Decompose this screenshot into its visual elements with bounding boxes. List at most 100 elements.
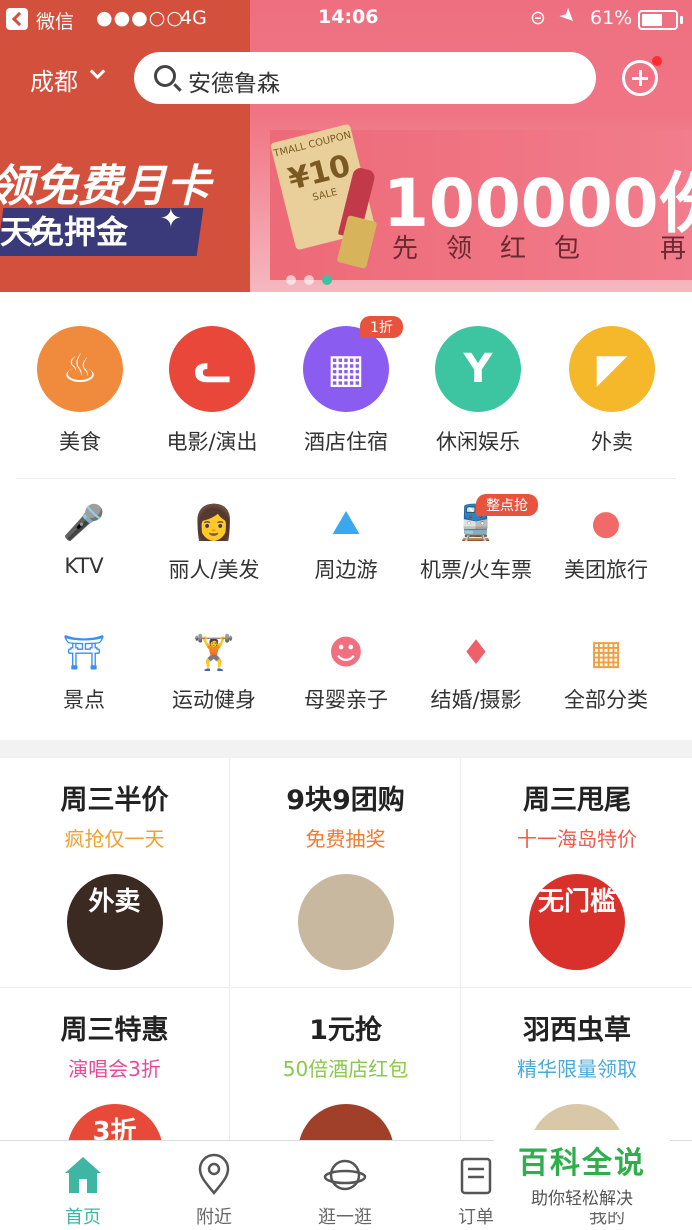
category-grid: ♨ 美食 ᓚ 电影/演出 ▦ 1折 酒店住宿 Y 休闲娱乐 ◤ 外卖 🎤 KTV 👩 丽人/美发 ⛰ 周边游 🚆… xyxy=(0,292,692,740)
category-label: 休闲娱乐 xyxy=(436,430,520,454)
watermark-logo: 百科全说 助你轻松解决 xyxy=(494,1130,670,1212)
promo-title: 周三特惠 xyxy=(60,1015,169,1046)
battery-fill xyxy=(642,14,662,26)
category-label: 景点 xyxy=(63,688,105,712)
carrier-label: 微信 xyxy=(36,11,75,33)
promo-grid: 周三半价 疯抢仅一天 外卖 9块9团购 免费抽奖 周三甩尾 十一海岛特价 无门槛 周三特惠 演唱会… xyxy=(0,758,692,1218)
category-cat[interactable]: ᓚ 电影/演出 xyxy=(146,326,278,456)
kangaroo-icon: ◤ xyxy=(569,326,655,412)
category-label: 母婴亲子 xyxy=(304,688,388,712)
network-type: 4G xyxy=(180,7,207,29)
building-icon: ▦ xyxy=(303,326,389,412)
diamond-icon: ♦ xyxy=(460,633,492,673)
header-banner: 领免费月卡 天免押金 ✦ ✦ TMALL COUPON ¥10 SALE 100… xyxy=(0,0,692,292)
search-bar[interactable]: 安德鲁森 xyxy=(134,52,596,104)
category-label: 运动健身 xyxy=(172,688,256,712)
cocktail-icon: Y xyxy=(435,326,521,412)
watermark-title: 百科全说 xyxy=(518,1146,646,1181)
category-label: 结婚/摄影 xyxy=(430,688,522,712)
promo-image xyxy=(297,874,394,970)
category-label: 周边游 xyxy=(314,558,378,582)
city-selector[interactable]: 成都 xyxy=(30,62,78,97)
cat-icon: ᓚ xyxy=(169,326,255,412)
category-temple[interactable]: ⛩ 景点 xyxy=(18,632,150,714)
category-plane-train[interactable]: 🚆 整点抢 机票/火车票 xyxy=(410,494,542,584)
promo-title: 周三甩尾 xyxy=(523,785,631,816)
category-dumbbell[interactable]: 🏋 运动健身 xyxy=(148,632,280,714)
banner-right-subline-cont: 再 xyxy=(660,234,687,264)
category-cocktail[interactable]: Y 休闲娱乐 xyxy=(412,326,544,456)
sparkle-icon: ✦ xyxy=(22,220,44,250)
tab-planet[interactable]: 逛一逛 xyxy=(276,1153,414,1229)
travel-icon: ● xyxy=(591,503,621,543)
tab-label: 逛一逛 xyxy=(318,1207,372,1228)
banner-right-subline: 先领红包 xyxy=(392,234,609,264)
tab-home[interactable]: 首页 xyxy=(14,1153,152,1229)
signal-icon: ●●●○○ xyxy=(96,7,184,29)
section-gap xyxy=(0,740,692,758)
rotation-lock-icon: ⊝ xyxy=(530,7,546,29)
carousel-dots[interactable] xyxy=(286,270,340,289)
category-woman[interactable]: 👩 丽人/美发 xyxy=(148,502,280,584)
promo-card[interactable]: 9块9团购 免费抽奖 xyxy=(231,758,461,988)
promo-image: 外卖 xyxy=(66,874,163,970)
category-label: 丽人/美发 xyxy=(168,558,260,582)
order-list-icon xyxy=(454,1153,498,1197)
promo-subtitle: 疯抢仅一天 xyxy=(64,827,165,851)
search-input[interactable]: 安德鲁森 xyxy=(188,64,280,98)
notification-dot xyxy=(652,56,662,66)
sparkle-icon: ✦ xyxy=(160,204,182,234)
promo-image-text: 无门槛 xyxy=(537,887,616,917)
promo-image: 无门槛 xyxy=(529,874,625,970)
category-fork-knife[interactable]: ♨ 美食 xyxy=(14,326,146,456)
planet-icon xyxy=(323,1153,367,1197)
location-arrow-icon: ➤ xyxy=(554,2,582,30)
promo-card[interactable]: 周三半价疯抢仅一天外卖 xyxy=(0,758,230,988)
home-icon xyxy=(61,1153,105,1197)
watermark-subtitle: 助你轻松解决 xyxy=(531,1189,633,1209)
add-button[interactable] xyxy=(622,60,658,96)
battery-percent: 61% xyxy=(590,7,633,29)
clock: 14:06 xyxy=(318,6,379,28)
promo-subtitle: 精华限量领取 xyxy=(517,1057,637,1081)
search-icon xyxy=(154,65,176,87)
back-icon[interactable] xyxy=(6,8,28,30)
promo-card[interactable]: 周三甩尾十一海岛特价无门槛 xyxy=(462,758,692,988)
category-microphone[interactable]: 🎤 KTV xyxy=(18,502,150,578)
category-building[interactable]: ▦ 1折酒店住宿 xyxy=(280,316,412,456)
category-travel[interactable]: ● 美团旅行 xyxy=(540,502,672,584)
grid-icon: ▦ xyxy=(589,633,623,673)
category-label: KTV xyxy=(64,554,104,578)
baby-icon: ☻ xyxy=(328,633,364,673)
category-diamond[interactable]: ♦ 结婚/摄影 xyxy=(410,632,542,714)
temple-icon: ⛩ xyxy=(62,633,106,673)
promo-title: 羽西虫草 xyxy=(523,1015,631,1046)
category-grid[interactable]: ▦ 全部分类 xyxy=(540,632,672,714)
category-label: 酒店住宿 xyxy=(304,430,388,454)
promo-title: 1元抢 xyxy=(309,1015,382,1046)
category-baby[interactable]: ☻ 母婴亲子 xyxy=(280,632,412,714)
carousel-dot[interactable] xyxy=(304,275,314,285)
promo-subtitle: 50倍酒店红包 xyxy=(282,1057,409,1081)
promo-badge: 整点抢 xyxy=(476,494,538,516)
promo-title: 周三半价 xyxy=(60,785,169,816)
tab-label: 附近 xyxy=(196,1207,232,1228)
battery-icon xyxy=(638,10,678,30)
promo-subtitle: 十一海岛特价 xyxy=(517,827,637,851)
dumbbell-icon: 🏋 xyxy=(192,633,236,673)
promo-image-text: 外卖 xyxy=(88,887,141,917)
tab-location-pin[interactable]: 附近 xyxy=(145,1153,283,1229)
category-kangaroo[interactable]: ◤ 外卖 xyxy=(546,326,678,456)
discount-badge: 1折 xyxy=(360,316,403,338)
carousel-dot[interactable] xyxy=(286,275,296,285)
category-label: 电影/演出 xyxy=(166,430,258,454)
divider xyxy=(16,478,676,479)
category-mountain[interactable]: ⛰ 周边游 xyxy=(280,502,412,584)
category-label: 机票/火车票 xyxy=(419,558,533,582)
carousel-dot-active[interactable] xyxy=(322,275,332,285)
fork-knife-icon: ♨ xyxy=(37,326,123,412)
status-bar: 微信 ●●●○○ 4G 14:06 ⊝ ➤ 61% xyxy=(0,0,692,40)
category-label: 全部分类 xyxy=(564,688,648,712)
location-pin-icon xyxy=(192,1153,236,1197)
promo-subtitle: 免费抽奖 xyxy=(305,827,386,851)
